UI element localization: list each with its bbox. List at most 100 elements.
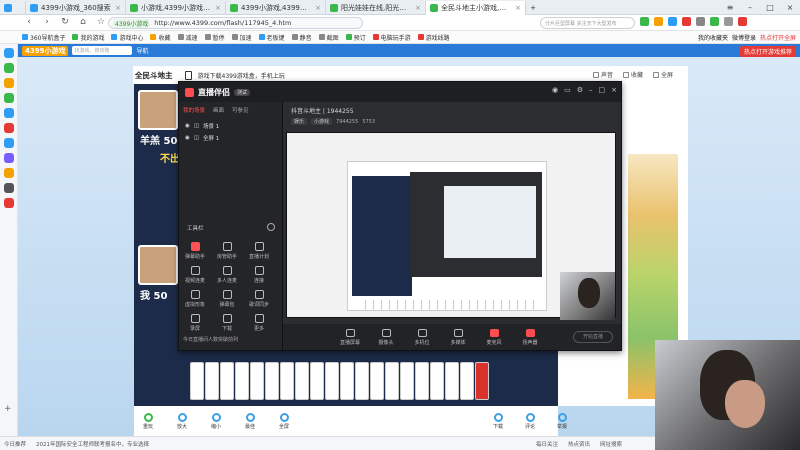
bookmark-item[interactable]: 老板键	[258, 33, 285, 42]
playing-card[interactable]	[370, 362, 384, 400]
bookmark-item[interactable]: 截图	[318, 33, 339, 42]
status-hot[interactable]: 热点资讯	[568, 440, 590, 448]
bookmark-item[interactable]: 游戏中心	[111, 33, 143, 42]
avatar-icon[interactable]: ◉	[552, 86, 558, 94]
address-bar[interactable]: 4399小游戏 http://www.4399.com/flash/117945…	[108, 17, 363, 29]
new-tab-button[interactable]: +	[526, 1, 540, 15]
playing-card[interactable]	[355, 362, 369, 400]
multimedia-button[interactable]: 多媒体	[447, 328, 469, 346]
status-daily[interactable]: 每日关注	[536, 440, 558, 448]
playing-card[interactable]	[385, 362, 399, 400]
playing-card[interactable]	[205, 362, 219, 400]
menu-icon[interactable]: ≡	[720, 3, 740, 12]
tool-download[interactable]: 下载	[215, 314, 239, 332]
status-recommend[interactable]: 今日推荐	[4, 440, 26, 448]
multi-camera-button[interactable]: 多机位	[411, 328, 433, 346]
tab-visible[interactable]: 可参见	[232, 106, 249, 114]
sidebar-app-icon[interactable]	[3, 93, 14, 103]
playing-card[interactable]	[310, 362, 324, 400]
bookmark-item[interactable]: 减速	[177, 33, 198, 42]
tab-search[interactable]: 4399小游戏_360搜索 ×	[26, 0, 126, 15]
scene-item[interactable]: ◉ ◫ 场景 1	[185, 122, 219, 130]
start-live-button[interactable]: 开始直播	[573, 331, 613, 343]
extension-icon[interactable]	[640, 17, 649, 26]
playing-card[interactable]	[220, 362, 234, 400]
site-logo[interactable]: 4399小游戏	[22, 45, 69, 56]
eye-icon[interactable]: ◉	[185, 135, 190, 141]
extension-icon[interactable]	[668, 17, 677, 26]
playing-card[interactable]	[430, 362, 444, 400]
close-tab-icon[interactable]: ×	[515, 4, 521, 12]
close-tab-icon[interactable]: ×	[315, 4, 321, 12]
extension-icon[interactable]	[682, 17, 691, 26]
bookmark-item[interactable]: 收藏	[150, 33, 171, 42]
fullscreen-button[interactable]: 全屏	[274, 412, 294, 430]
playing-card[interactable]	[265, 362, 279, 400]
weibo-login[interactable]: 微博登录	[732, 33, 756, 42]
status-news[interactable]: 2021年国际安全工程师联考报名中，专业选择	[36, 440, 206, 448]
extension-icon[interactable]	[738, 17, 747, 26]
best-size-button[interactable]: 最佳	[240, 412, 260, 430]
extension-icon[interactable]	[724, 17, 733, 26]
back-icon[interactable]: ‹	[22, 17, 36, 27]
report-button[interactable]: 举报	[552, 412, 572, 430]
camera-button[interactable]: 摄像头	[375, 328, 397, 346]
sidebar-app-icon[interactable]	[3, 168, 14, 178]
lock-icon[interactable]: ◫	[194, 123, 199, 129]
bookmark-item[interactable]: 预订	[345, 33, 366, 42]
site-nav-link[interactable]: 导航	[136, 46, 148, 55]
extension-icon[interactable]	[710, 17, 719, 26]
tool-multi-link[interactable]: 多人连麦	[215, 266, 239, 284]
sidebar-app-icon[interactable]	[3, 123, 14, 133]
tool-more[interactable]: 更多	[247, 314, 271, 332]
playing-card[interactable]	[280, 362, 294, 400]
status-web[interactable]: 网址搜索	[600, 440, 622, 448]
sidebar-app-icon[interactable]	[3, 153, 14, 163]
star-icon[interactable]: ☆	[94, 17, 108, 27]
maximize-icon[interactable]: □	[760, 3, 780, 12]
close-tab-icon[interactable]: ×	[115, 4, 121, 12]
tool-connect[interactable]: 连接	[247, 266, 271, 284]
url-text[interactable]: http://www.4399.com/flash/117945_4.htm	[154, 19, 291, 27]
sidebar-app-icon[interactable]	[3, 108, 14, 118]
extension-icon[interactable]	[696, 17, 705, 26]
scene-item[interactable]: ◉ ◫ 全屏 1	[185, 134, 219, 142]
tab-4399-1[interactable]: 小游戏,4399小游戏,小游戏大全 ×	[126, 0, 226, 15]
bookmark-item[interactable]: 电脑玩手游	[372, 33, 411, 42]
lock-icon[interactable]: ◫	[194, 135, 199, 141]
minimize-icon[interactable]: –	[589, 86, 593, 94]
close-tab-icon[interactable]: ×	[215, 4, 221, 12]
speaker-button[interactable]: 扬声器	[519, 328, 541, 346]
favorite-option[interactable]: 收藏	[623, 70, 643, 79]
playing-card[interactable]	[445, 362, 459, 400]
playing-card[interactable]	[325, 362, 339, 400]
playing-card[interactable]	[460, 362, 474, 400]
favorites-folder[interactable]: 我的收藏夹	[698, 33, 728, 42]
tab-doudizhu[interactable]: 全民斗地主小游戏,在线玩,4 ×	[426, 0, 526, 15]
close-window-icon[interactable]: ×	[780, 3, 800, 12]
tool-plan[interactable]: 直播计划	[247, 242, 271, 260]
tab-canvas[interactable]: 画面	[213, 106, 224, 114]
tool-lyrics[interactable]: 歌词同步	[247, 290, 271, 308]
sound-option[interactable]: 声音	[593, 70, 613, 79]
room-tag[interactable]: 小游戏	[311, 118, 333, 125]
close-icon[interactable]: ×	[611, 86, 617, 94]
room-tag[interactable]: 娱乐	[291, 118, 308, 125]
microphone-button[interactable]: 麦克风	[483, 328, 505, 346]
bookmark-item[interactable]: 暂停	[204, 33, 225, 42]
bookmark-item[interactable]: 加速	[231, 33, 252, 42]
tab-4399-2[interactable]: 4399小游戏,4399小游戏大全, ×	[226, 0, 326, 15]
download-button[interactable]: 下载	[488, 412, 508, 430]
bookmark-item[interactable]: 我的游戏	[72, 33, 104, 42]
download-notice[interactable]: 游戏下载4399游戏盒，手机上玩	[198, 71, 285, 80]
search-input[interactable]: 分片巨型屏幕 关注天下大型发布	[540, 17, 635, 29]
add-app-icon[interactable]: +	[4, 404, 12, 414]
message-icon[interactable]: ▭	[564, 86, 571, 94]
tool-danmu[interactable]: 弹幕助手	[183, 242, 207, 260]
extension-icon[interactable]	[654, 17, 663, 26]
screen-capture-button[interactable]: 直播屏幕	[339, 328, 361, 346]
playing-card[interactable]	[295, 362, 309, 400]
maximize-icon[interactable]: □	[599, 86, 606, 94]
refresh-icon[interactable]: ↻	[58, 17, 72, 27]
site-search-input[interactable]: 找游戏、搜攻略	[72, 46, 133, 55]
